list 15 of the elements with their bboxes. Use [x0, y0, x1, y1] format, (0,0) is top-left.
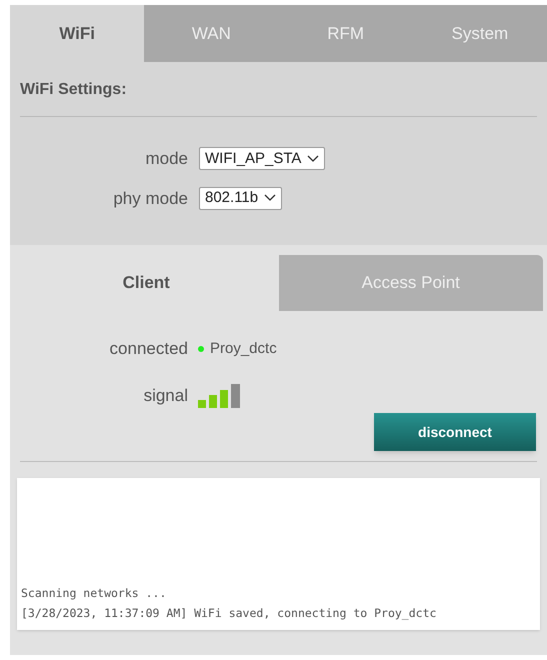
caret-icon: [307, 154, 320, 163]
dropdown[interactable]: 802.11b: [199, 186, 282, 210]
log-line: Scanning networks ...: [21, 585, 168, 602]
network-name: Proy_dctc: [210, 338, 277, 359]
field-label: phy mode: [112, 188, 188, 210]
signal-icon: [198, 384, 241, 408]
log-line: [3/28/2023, 11:37:09 AM] WiFi saved, connecting to Proy_dctc: [21, 605, 438, 622]
field-label: signal: [142, 385, 188, 408]
field-label: connected: [108, 338, 188, 360]
dropdown[interactable]: WIFI_AP_STA: [199, 147, 326, 170]
caret-icon: [264, 194, 276, 202]
field-label: mode: [144, 148, 188, 170]
tab[interactable]: WiFi: [10, 5, 144, 62]
disconnect-button[interactable]: disconnect: [374, 413, 536, 451]
section-title: WiFi Settings:: [20, 62, 537, 117]
